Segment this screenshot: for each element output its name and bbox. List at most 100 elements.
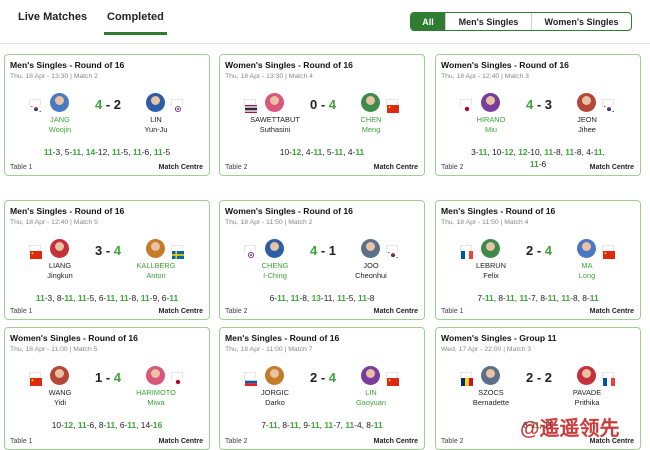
player1-last-name: SAWETTABUT xyxy=(250,115,300,124)
player2-name: HARIMOTO Miwa xyxy=(121,388,191,408)
player2-first-name: Anton xyxy=(146,271,166,280)
match-card[interactable]: Women's Singles - Round of 16 Thu, 18 Apr… xyxy=(219,200,425,320)
match-date: Thu, 18 Apr - 11:00 | Match 5 xyxy=(10,346,98,353)
match-card[interactable]: Men's Singles - Round of 16 Thu, 18 Apr -… xyxy=(4,200,210,320)
score-player2: 4 xyxy=(544,243,553,258)
filter-womens-singles[interactable]: Women's Singles xyxy=(531,13,631,30)
flag-icon-fra xyxy=(460,245,473,259)
game-score: 11-8 xyxy=(119,293,137,303)
game-scores: 10-12, 11-6, 8-11, 6-11, 14-16 xyxy=(51,420,163,430)
top-bar: Live Matches Completed All Men's Singles… xyxy=(0,0,650,44)
player-avatar xyxy=(361,93,380,112)
filter-all[interactable]: All xyxy=(411,13,445,30)
match-centre-link[interactable]: Match Centre xyxy=(374,164,418,171)
flag-icon-chn xyxy=(602,245,615,259)
player1-last-name: LEBRUN xyxy=(476,261,506,270)
flag-icon-tpe xyxy=(244,245,257,259)
player2-first-name: Jihee xyxy=(578,125,596,134)
filter-mens-singles[interactable]: Men's Singles xyxy=(445,13,531,30)
game-score: 11-8 xyxy=(358,293,375,303)
player1-first-name: Felix xyxy=(483,271,499,280)
match-centre-link[interactable]: Match Centre xyxy=(374,438,418,445)
player1-first-name: Suthasini xyxy=(259,125,291,134)
game-score: 7-11 xyxy=(261,420,278,430)
match-card[interactable]: Women's Singles - Round of 16 Thu, 18 Apr… xyxy=(435,54,641,176)
event-filter: All Men's Singles Women's Singles xyxy=(410,12,632,31)
player1-first-name: Bernadette xyxy=(472,398,510,407)
game-score: 11-8 xyxy=(290,293,307,303)
match-card[interactable]: Men's Singles - Round of 16 Thu, 18 Apr -… xyxy=(435,200,641,320)
match-centre-link[interactable]: Match Centre xyxy=(159,438,203,445)
player2-last-name: MA xyxy=(581,261,593,270)
game-score: 10-12 xyxy=(279,147,302,157)
player-avatar xyxy=(577,93,596,112)
game-score: 6-11 xyxy=(119,420,137,430)
flag-icon-jpn xyxy=(460,99,473,113)
player2-name: JOO Cheonhui xyxy=(336,261,406,281)
match-centre-link[interactable]: Match Centre xyxy=(590,164,634,171)
player2-name: CHEN Meng xyxy=(336,115,406,135)
player2-last-name: JOO xyxy=(363,261,379,270)
match-card[interactable]: Women's Singles - Round of 16 Thu, 18 Apr… xyxy=(4,327,210,450)
tab-completed[interactable]: Completed xyxy=(104,11,167,35)
player1-name: LEBRUN Felix xyxy=(456,261,526,281)
player1-last-name: WANG xyxy=(48,388,72,397)
game-score: 9-11 xyxy=(303,420,320,430)
player-avatar xyxy=(361,366,380,385)
player1-last-name: JORGIC xyxy=(261,388,289,397)
game-score: 8-11 xyxy=(540,293,557,303)
table-number: Table 1 xyxy=(10,438,33,445)
player-avatar xyxy=(146,93,165,112)
table-number: Table 1 xyxy=(10,164,33,171)
player-avatar xyxy=(481,366,500,385)
game-score: 8-11 xyxy=(282,420,299,430)
player2-last-name: CHEN xyxy=(360,115,382,124)
game-scores: 10-12, 4-11, 5-11, 4-11 xyxy=(279,147,365,157)
game-scores: 7-11, 8-11, 9-11, 11-7, 11-4, 8-11 xyxy=(261,420,383,430)
match-title: Women's Singles - Round of 16 xyxy=(225,60,353,70)
table-number: Table 2 xyxy=(441,164,464,171)
player2-first-name: Gaoyuan xyxy=(356,398,386,407)
match-score: 4 - 1 xyxy=(309,243,337,258)
match-card[interactable]: Men's Singles - Round of 16 Thu, 18 Apr -… xyxy=(219,327,425,450)
game-score: 14-12 xyxy=(85,147,108,157)
player2-last-name: PAVADE xyxy=(572,388,602,397)
flag-icon-chn xyxy=(386,372,399,386)
match-centre-link[interactable]: Match Centre xyxy=(159,308,203,315)
match-centre-link[interactable]: Match Centre xyxy=(590,308,634,315)
player1-name: SZOCS Bernadette xyxy=(456,388,526,408)
match-score: 2 - 2 xyxy=(525,370,553,385)
match-date: Thu, 18 Apr - 11:00 | Match 7 xyxy=(225,346,313,353)
table-number: Table 2 xyxy=(225,164,248,171)
match-centre-link[interactable]: Match Centre xyxy=(159,164,203,171)
game-score: 10-12 xyxy=(51,420,74,430)
score-player2: 4 xyxy=(328,370,337,385)
score-player2: 4 xyxy=(113,243,122,258)
game-score: 11-7 xyxy=(324,420,341,430)
flag-icon-slo xyxy=(244,372,257,386)
player-avatar xyxy=(50,366,69,385)
match-title: Women's Singles - Round of 16 xyxy=(10,333,138,343)
match-card[interactable]: Women's Singles - Round of 16 Thu, 18 Apr… xyxy=(219,54,425,176)
match-date: Thu, 18 Apr - 12:40 | Match 3 xyxy=(441,73,529,80)
player1-last-name: CHENG xyxy=(261,261,289,270)
score-player2: 1 xyxy=(328,243,337,258)
player1-name: JANG Woojin xyxy=(25,115,95,135)
match-date: Thu, 18 Apr - 13:30 | Match 2 xyxy=(10,73,98,80)
flag-icon-chn xyxy=(29,245,42,259)
match-card[interactable]: Men's Singles - Round of 16 Thu, 18 Apr -… xyxy=(4,54,210,176)
game-score: 11-3 xyxy=(43,147,61,157)
player1-first-name: Jingkun xyxy=(47,271,73,280)
game-score: 12-10 xyxy=(518,147,540,157)
match-title: Men's Singles - Round of 16 xyxy=(10,60,125,70)
game-scores: 11-3, 8-11, 11-5, 6-11, 11-8, 11-9, 6-11 xyxy=(35,293,179,303)
match-score: 0 - 4 xyxy=(309,97,337,112)
flag-icon-rou xyxy=(460,372,473,386)
watermark: @遥遥领先 xyxy=(520,418,620,440)
tab-live-matches[interactable]: Live Matches xyxy=(18,11,87,31)
match-centre-link[interactable]: Match Centre xyxy=(374,308,418,315)
player-avatar xyxy=(146,239,165,258)
flag-icon-jpn xyxy=(171,372,184,386)
match-score: 4 - 2 xyxy=(94,97,122,112)
player-avatar xyxy=(50,93,69,112)
